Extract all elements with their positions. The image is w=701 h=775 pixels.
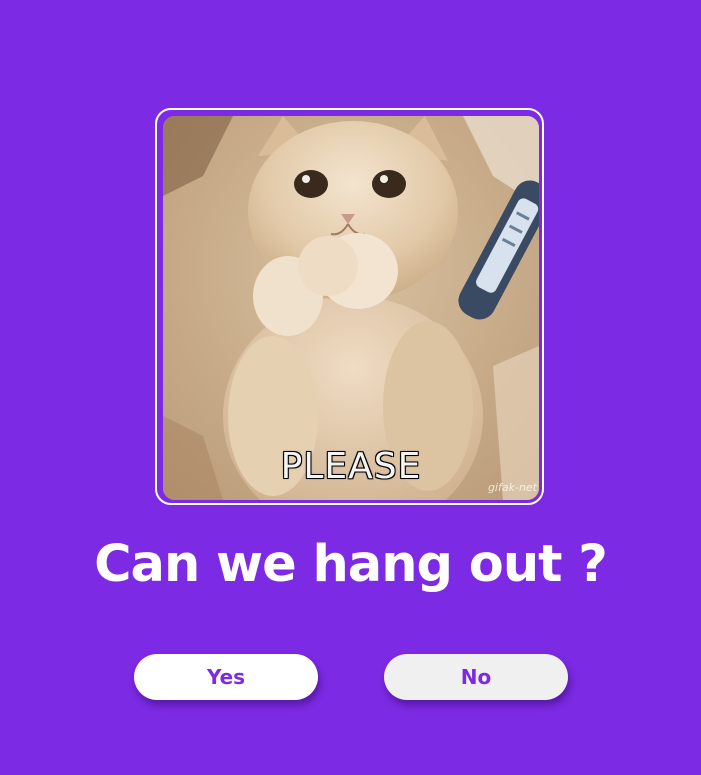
question-heading: Can we hang out ? xyxy=(94,535,608,594)
kitten-gif: PLEASE gifak-net xyxy=(163,116,539,500)
gif-caption: PLEASE xyxy=(280,446,422,487)
yes-button[interactable]: Yes xyxy=(134,654,318,700)
gif-watermark: gifak-net xyxy=(487,481,537,494)
kitten-illustration xyxy=(163,116,539,500)
no-button[interactable]: No xyxy=(384,654,568,700)
